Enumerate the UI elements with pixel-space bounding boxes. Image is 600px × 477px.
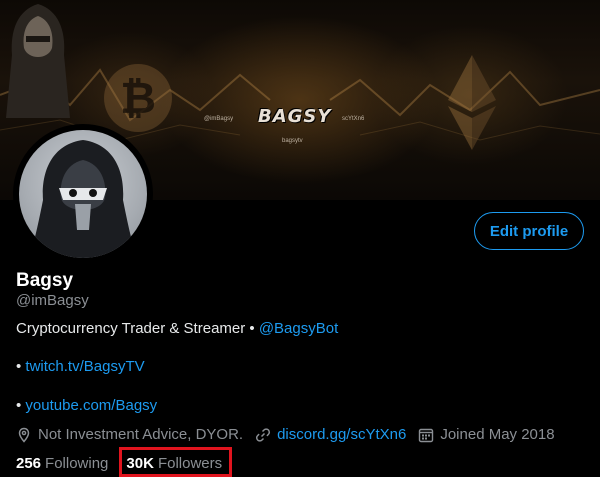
- banner-twitch-name: bagsytv: [282, 138, 303, 144]
- user-handle: @imBagsy: [16, 292, 89, 309]
- banner-discord-code: scYtXn6: [342, 116, 365, 122]
- youtube-link[interactable]: youtube.com/Bagsy: [25, 397, 157, 414]
- following-stat[interactable]: 256 Following: [16, 455, 108, 472]
- avatar[interactable]: [13, 124, 153, 264]
- edit-profile-button[interactable]: Edit profile: [474, 212, 584, 250]
- joined-item: Joined May 2018: [418, 426, 555, 443]
- website-link[interactable]: discord.gg/scYtXn6: [277, 426, 406, 443]
- hooded-figure-image: [6, 4, 70, 118]
- website-item: discord.gg/scYtXn6: [255, 426, 406, 443]
- ethereum-icon: [448, 55, 496, 150]
- display-name: Bagsy: [16, 270, 74, 291]
- following-label: Following: [45, 455, 109, 472]
- bio: Cryptocurrency Trader & Streamer • @Bags…: [16, 320, 338, 337]
- bitcoin-icon: ₿: [104, 64, 172, 132]
- link-icon: [256, 427, 271, 442]
- following-count: 256: [16, 455, 42, 472]
- bio-text: Cryptocurrency Trader & Streamer •: [16, 320, 259, 337]
- bio-line-youtube: • youtube.com/Bagsy: [16, 397, 157, 414]
- banner-twitter-handle: @imBagsy: [204, 116, 234, 122]
- calendar-icon: [419, 428, 434, 442]
- location-text: Not Investment Advice, DYOR.: [38, 426, 244, 443]
- bullet: •: [16, 397, 26, 414]
- twitch-link[interactable]: twitch.tv/BagsyTV: [25, 358, 144, 375]
- bio-mention-link[interactable]: @BagsyBot: [259, 320, 338, 337]
- profile-meta: Not Investment Advice, DYOR. discord.gg/…: [16, 426, 567, 443]
- avatar-image: [29, 140, 137, 258]
- followers-highlight-box: [119, 447, 232, 477]
- bio-line-twitch: • twitch.tv/BagsyTV: [16, 358, 145, 375]
- location-icon: [18, 427, 30, 443]
- bullet: •: [16, 358, 26, 375]
- joined-text: Joined May 2018: [440, 426, 555, 443]
- banner-logo: BAGSY: [258, 106, 332, 127]
- location-item: Not Investment Advice, DYOR.: [16, 426, 243, 443]
